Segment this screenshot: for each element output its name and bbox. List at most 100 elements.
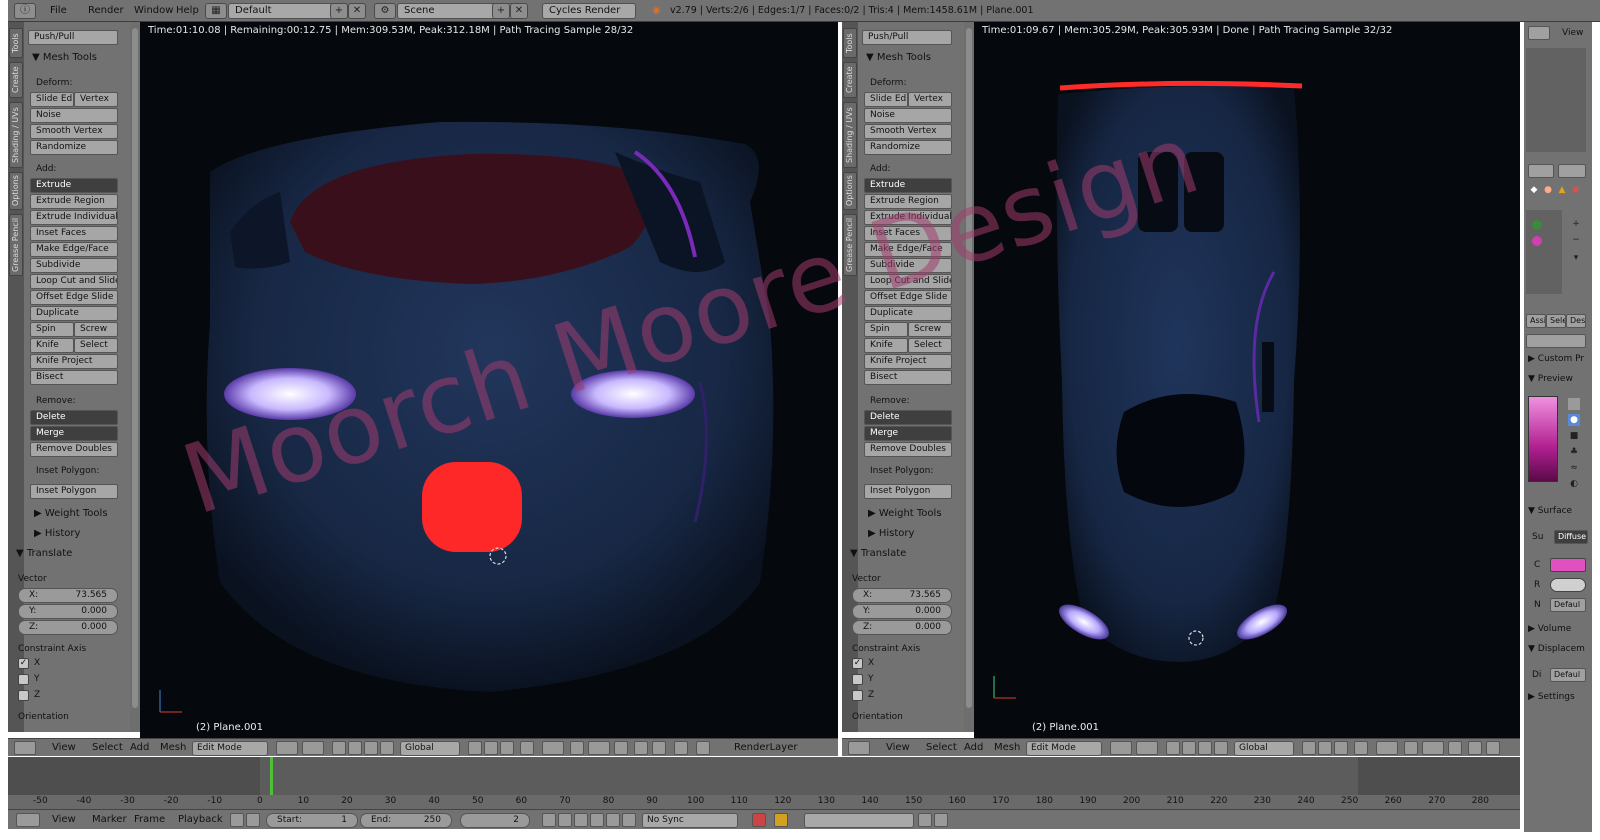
displacement-default-field[interactable]: Defaul (1550, 668, 1586, 682)
right-delete-select[interactable]: Delete (864, 410, 952, 425)
left-slide-vertex-button[interactable]: Vertex (74, 92, 118, 107)
right-mesh-menu[interactable]: Mesh (994, 742, 1020, 753)
right-rotate-icon[interactable] (1198, 741, 1212, 755)
right-knife-button[interactable]: Knife (864, 338, 908, 353)
left-proportional-icon[interactable] (542, 741, 564, 755)
right-mode-select[interactable]: Edit Mode (1026, 741, 1102, 756)
right-proportional-icon[interactable] (1376, 741, 1398, 755)
keyframe-type-icon[interactable] (774, 813, 788, 827)
left-render-layer-label[interactable]: RenderLayer (734, 742, 797, 753)
tab-create-2[interactable]: Create (843, 62, 857, 98)
right-translate-icon[interactable] (1182, 741, 1196, 755)
left-extrude-select[interactable]: Extrude (30, 178, 118, 193)
remove-slot-icon[interactable]: − (1570, 234, 1582, 246)
left-vector-z-field[interactable]: Z: 0.000 (18, 620, 118, 635)
left-knife-button[interactable]: Knife (30, 338, 74, 353)
settings-header[interactable]: ▶ Settings (1528, 692, 1575, 702)
right-view-menu[interactable]: View (886, 742, 910, 753)
add-layout-icon[interactable]: + (330, 3, 348, 19)
preview-flat-icon[interactable] (1568, 398, 1580, 410)
slot-menu-icon[interactable]: ▾ (1570, 252, 1582, 264)
preview-header[interactable]: ▼ Preview (1528, 374, 1573, 384)
screen-layout-icon[interactable]: ▦ (205, 3, 227, 19)
left-vector-y-field[interactable]: Y: 0.000 (18, 604, 118, 619)
play-reverse-icon[interactable] (574, 813, 588, 827)
left-noise-button[interactable]: Noise (30, 108, 118, 123)
preview-sphere-icon[interactable]: ● (1568, 414, 1580, 426)
normal-default-field[interactable]: Defaul (1550, 598, 1586, 612)
right-constraint-axis_x-checkbox[interactable]: ✓ (852, 658, 863, 669)
left-remove-doubles-button[interactable]: Remove Doubles (30, 442, 118, 457)
tab-options-2[interactable]: Options (843, 172, 857, 210)
left-make-edge-face-button[interactable]: Make Edge/Face (30, 242, 118, 257)
preview-monkey-icon[interactable]: ♣ (1568, 446, 1580, 458)
prev-keyframe-icon[interactable] (558, 813, 572, 827)
right-snap-icon[interactable] (1404, 741, 1418, 755)
preview-hair-icon[interactable]: ≈ (1568, 462, 1580, 474)
left-mesh-tools-header[interactable]: ▼ Mesh Tools (32, 52, 97, 63)
timeline-menu-marker[interactable]: Marker (92, 814, 127, 825)
left-view-menu[interactable]: View (52, 742, 76, 753)
left-snap-element-icon[interactable] (588, 741, 610, 755)
left-occlude-icon[interactable] (520, 741, 534, 755)
remove-layout-icon[interactable]: ✕ (348, 3, 366, 19)
left-weight-tools-header[interactable]: ▶ Weight Tools (34, 508, 108, 519)
timeline-menu-playback[interactable]: Playback (178, 814, 223, 825)
select-button[interactable]: Sele (1546, 314, 1566, 328)
start-frame-field[interactable]: Start: 1 (266, 813, 358, 828)
left-history-header[interactable]: ▶ History (34, 528, 80, 539)
right-vector-z-field[interactable]: Z: 0.000 (852, 620, 952, 635)
left-edge-select-icon[interactable] (484, 741, 498, 755)
preview-range-icon[interactable] (230, 813, 244, 827)
menu-window[interactable]: Window (134, 3, 173, 19)
right-face-select-icon[interactable] (1334, 741, 1348, 755)
material-slots-list[interactable] (1526, 210, 1562, 294)
preview-cube-icon[interactable]: ■ (1568, 430, 1580, 442)
material-datablock-field[interactable] (1526, 334, 1586, 348)
custom-props-header[interactable]: ▶ Custom Pr (1528, 354, 1584, 364)
right-manipulator-icon[interactable] (1166, 741, 1180, 755)
left-inset-polygon-button[interactable]: Inset Polygon (30, 484, 118, 499)
right-remove-doubles-button[interactable]: Remove Doubles (864, 442, 952, 457)
left-translate-icon[interactable] (348, 741, 362, 755)
left-layers-icon[interactable] (674, 741, 688, 755)
keying-set-field[interactable] (804, 813, 914, 828)
left-slide-edge-button[interactable]: Slide Ed (30, 92, 74, 107)
tool-shelf-scrollbar-2[interactable] (964, 22, 974, 732)
left-mesh-menu[interactable]: Mesh (160, 742, 186, 753)
left-constraint-axis_y-checkbox[interactable] (18, 674, 29, 685)
right-screw-button[interactable]: Screw (908, 322, 952, 337)
lock-icon[interactable] (246, 813, 260, 827)
left-loop-cut-button[interactable]: Loop Cut and Slide (30, 274, 118, 289)
outliner-view-menu[interactable]: View (1562, 28, 1583, 38)
left-constraint-axis_z-checkbox[interactable] (18, 690, 29, 701)
left-camera-icon[interactable] (652, 741, 666, 755)
left-grid-icon[interactable] (614, 741, 628, 755)
next-keyframe-icon[interactable] (606, 813, 620, 827)
menu-render[interactable]: Render (88, 3, 124, 19)
left-bisect-button[interactable]: Bisect (30, 370, 118, 385)
right-noise-button[interactable]: Noise (864, 108, 952, 123)
right-randomize-button[interactable]: Randomize (864, 140, 952, 155)
timeline-menu-frame[interactable]: Frame (134, 814, 165, 825)
playhead[interactable] (270, 757, 273, 795)
right-bisect-button[interactable]: Bisect (864, 370, 952, 385)
tab-shading-uvs[interactable]: Shading / UVs (9, 102, 23, 168)
deselect-button[interactable]: Des (1566, 314, 1586, 328)
right-mesh-tools-header[interactable]: ▼ Mesh Tools (866, 52, 931, 63)
remove-scene-icon[interactable]: ✕ (510, 3, 528, 19)
left-vertex-select-icon[interactable] (468, 741, 482, 755)
tab-tools-2[interactable]: Tools (843, 28, 857, 58)
left-screw-button[interactable]: Screw (74, 322, 118, 337)
menu-file[interactable]: File (50, 3, 67, 19)
left-knife-project-button[interactable]: Knife Project (30, 354, 118, 369)
roughness-field[interactable] (1550, 578, 1586, 592)
right-add-menu[interactable]: Add (964, 742, 983, 753)
add-scene-icon[interactable]: + (492, 3, 510, 19)
outliner-editor-icon[interactable] (1528, 26, 1550, 40)
left-render-icon[interactable] (634, 741, 648, 755)
current-frame-field[interactable]: 2 (460, 813, 530, 828)
play-icon[interactable] (590, 813, 604, 827)
timeline-menu-view[interactable]: View (52, 814, 76, 825)
displacement-header[interactable]: ▼ Displacem (1528, 644, 1585, 654)
